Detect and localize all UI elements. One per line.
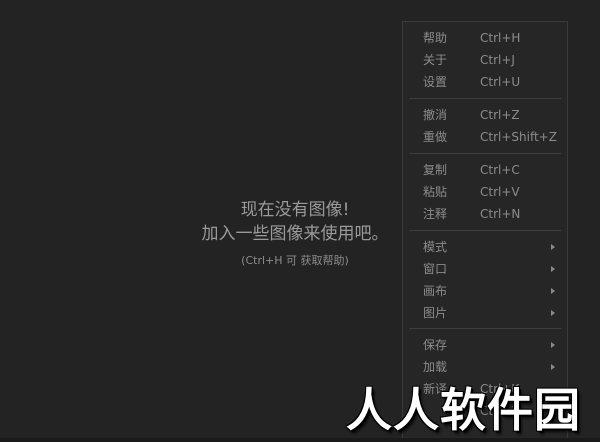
menu-item-canvas[interactable]: 画布 [403, 280, 567, 302]
submenu-arrow-icon [551, 244, 555, 250]
menu-item-label: 设置 [423, 75, 448, 89]
menu-item-label: 帮助 [423, 31, 448, 45]
menu-item-load[interactable]: 加载 [403, 356, 567, 378]
menu-item-label: 复制 [423, 163, 448, 177]
menu-item-save[interactable]: 保存 [403, 334, 567, 356]
menu-item-paste[interactable]: 粘贴 Ctrl+V [403, 181, 567, 203]
menu-separator [409, 153, 561, 154]
menu-item-about[interactable]: 关于 Ctrl+J [403, 49, 567, 71]
menu-item-image[interactable]: 图片 [403, 302, 567, 324]
menu-separator [409, 230, 561, 231]
menu-item-shortcut: Ctrl+N [480, 207, 521, 221]
menu-item-label: 撤消 [423, 108, 448, 122]
menu-item-mode[interactable]: 模式 [403, 236, 567, 258]
menu-item-shortcut: Ctrl+J [480, 53, 515, 67]
menu-item-shortcut: Ctrl+V [480, 185, 520, 199]
menu-item-label: 注释 [423, 207, 448, 221]
menu-item-annotate[interactable]: 注释 Ctrl+N [403, 203, 567, 225]
submenu-arrow-icon [551, 364, 555, 370]
menu-separator [409, 98, 561, 99]
watermark-logo: 人人软件园 [346, 383, 581, 437]
menu-item-shortcut: Ctrl+U [480, 75, 521, 89]
submenu-arrow-icon [551, 310, 555, 316]
menu-item-shortcut: Ctrl+H [480, 31, 521, 45]
menu-item-settings[interactable]: 设置 Ctrl+U [403, 71, 567, 93]
menu-item-label: 窗口 [423, 262, 448, 276]
menu-separator [409, 328, 561, 329]
menu-item-label: 保存 [423, 338, 448, 352]
menu-item-label: 模式 [423, 240, 448, 254]
submenu-arrow-icon [551, 288, 555, 294]
menu-item-window[interactable]: 窗口 [403, 258, 567, 280]
menu-item-shortcut: Ctrl+C [480, 163, 520, 177]
menu-item-label: 关于 [423, 53, 448, 67]
menu-item-redo[interactable]: 重做 Ctrl+Shift+Z [403, 126, 567, 148]
menu-item-label: 粘贴 [423, 185, 448, 199]
submenu-arrow-icon [551, 342, 555, 348]
menu-item-label: 重做 [423, 130, 448, 144]
menu-item-label: 图片 [423, 306, 448, 320]
menu-item-undo[interactable]: 撤消 Ctrl+Z [403, 104, 567, 126]
menu-item-shortcut: Ctrl+Z [480, 108, 520, 122]
menu-item-label: 加载 [423, 360, 448, 374]
menu-item-copy[interactable]: 复制 Ctrl+C [403, 159, 567, 181]
menu-item-help[interactable]: 帮助 Ctrl+H [403, 27, 567, 49]
menu-item-shortcut: Ctrl+Shift+Z [480, 130, 557, 144]
submenu-arrow-icon [551, 266, 555, 272]
menu-item-label: 画布 [423, 284, 448, 298]
